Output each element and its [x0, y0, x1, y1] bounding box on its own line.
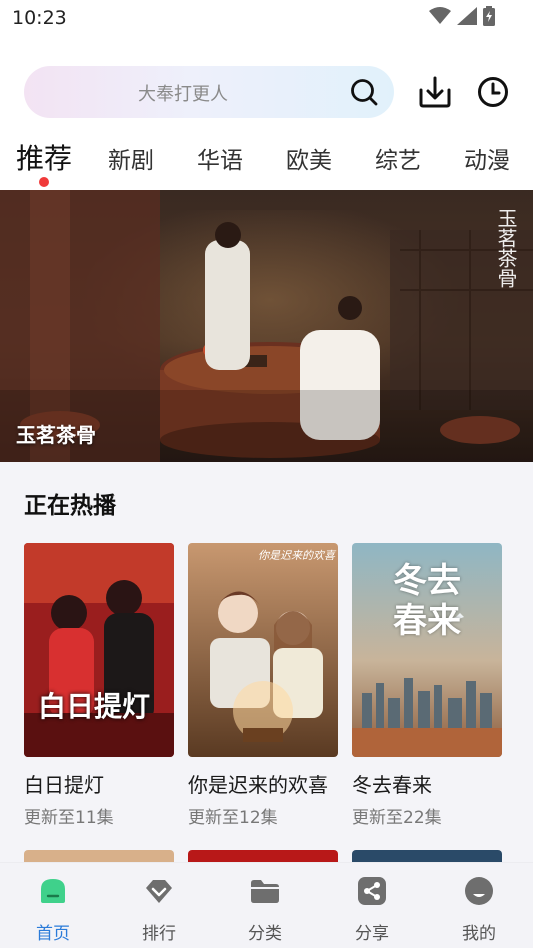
nav-home-label: 首页	[36, 924, 70, 944]
next-row-poster-peek	[24, 850, 174, 862]
battery-icon	[483, 6, 495, 26]
nav-profile-label: 我的	[462, 924, 496, 944]
show-card[interactable]: 白日提灯 白日提灯 更新至11集	[24, 543, 174, 828]
now-playing-section: 正在热播 白日提灯 白日提灯 更新至11集 你是迟来的欢喜 你是迟来的欢喜 更新…	[0, 462, 533, 862]
search-icon[interactable]	[350, 78, 378, 106]
poster-title-text: 冬去春来	[393, 561, 461, 641]
download-icon[interactable]	[418, 76, 452, 108]
next-row-poster-peek	[352, 850, 502, 862]
show-title[interactable]: 冬去春来	[352, 769, 432, 798]
profile-icon	[465, 877, 493, 905]
category-tabs: 推荐 新剧 华语 欧美 综艺 动漫	[0, 132, 533, 192]
nav-share-label: 分享	[355, 924, 389, 944]
home-icon	[41, 879, 65, 903]
nav-profile[interactable]: 我的	[426, 863, 532, 948]
status-icons	[429, 6, 495, 26]
history-clock-icon[interactable]	[477, 76, 509, 108]
show-poster[interactable]: 白日提灯	[24, 543, 174, 757]
show-episode-status: 更新至22集	[352, 808, 442, 828]
show-episode-status: 更新至12集	[188, 808, 278, 828]
search-input[interactable]: 大奉打更人	[24, 66, 394, 118]
show-title[interactable]: 白日提灯	[24, 769, 104, 798]
poster-title-text: 你是迟来的欢喜	[258, 549, 335, 562]
category-folder-icon	[251, 880, 279, 903]
next-row-poster-peek	[188, 850, 338, 862]
search-placeholder: 大奉打更人	[138, 84, 228, 105]
tab-chinese[interactable]: 华语	[197, 141, 243, 175]
search-row: 大奉打更人	[0, 66, 533, 120]
nav-ranking[interactable]: 排行	[106, 863, 212, 948]
banner-logo: 玉茗茶骨	[494, 208, 518, 288]
nav-share[interactable]: 分享	[319, 863, 425, 948]
nav-category[interactable]: 分类	[212, 863, 318, 948]
wifi-icon	[429, 7, 451, 24]
status-time: 10:23	[12, 7, 67, 29]
tab-new-drama[interactable]: 新剧	[108, 141, 154, 175]
nav-home[interactable]: 首页	[0, 863, 106, 948]
poster-image	[188, 543, 338, 757]
show-poster[interactable]: 冬去春来	[352, 543, 502, 757]
featured-banner[interactable]: 玉茗茶骨 玉茗茶骨	[0, 190, 533, 462]
tab-western[interactable]: 欧美	[286, 141, 332, 175]
poster-title-text: 白日提灯	[38, 690, 151, 723]
signal-icon	[457, 7, 477, 25]
ranking-icon	[146, 880, 172, 903]
banner-title: 玉茗茶骨	[16, 423, 96, 447]
tab-variety[interactable]: 综艺	[375, 141, 421, 175]
share-icon	[358, 877, 386, 905]
tab-recommend[interactable]: 推荐	[16, 137, 72, 177]
bottom-navigation: 首页 排行 分类 分享 我的	[0, 862, 533, 948]
tab-anime[interactable]: 动漫	[464, 141, 510, 175]
show-episode-status: 更新至11集	[24, 808, 114, 828]
nav-ranking-label: 排行	[142, 924, 176, 944]
status-bar: 10:23	[0, 0, 533, 40]
show-poster[interactable]: 你是迟来的欢喜	[188, 543, 338, 757]
show-card[interactable]: 你是迟来的欢喜 你是迟来的欢喜 更新至12集	[188, 543, 338, 828]
show-title[interactable]: 你是迟来的欢喜	[188, 769, 328, 798]
show-card[interactable]: 冬去春来 冬去春来 更新至22集	[352, 543, 502, 828]
nav-category-label: 分类	[248, 924, 282, 944]
active-tab-indicator	[39, 177, 49, 187]
section-title: 正在热播	[24, 493, 116, 519]
